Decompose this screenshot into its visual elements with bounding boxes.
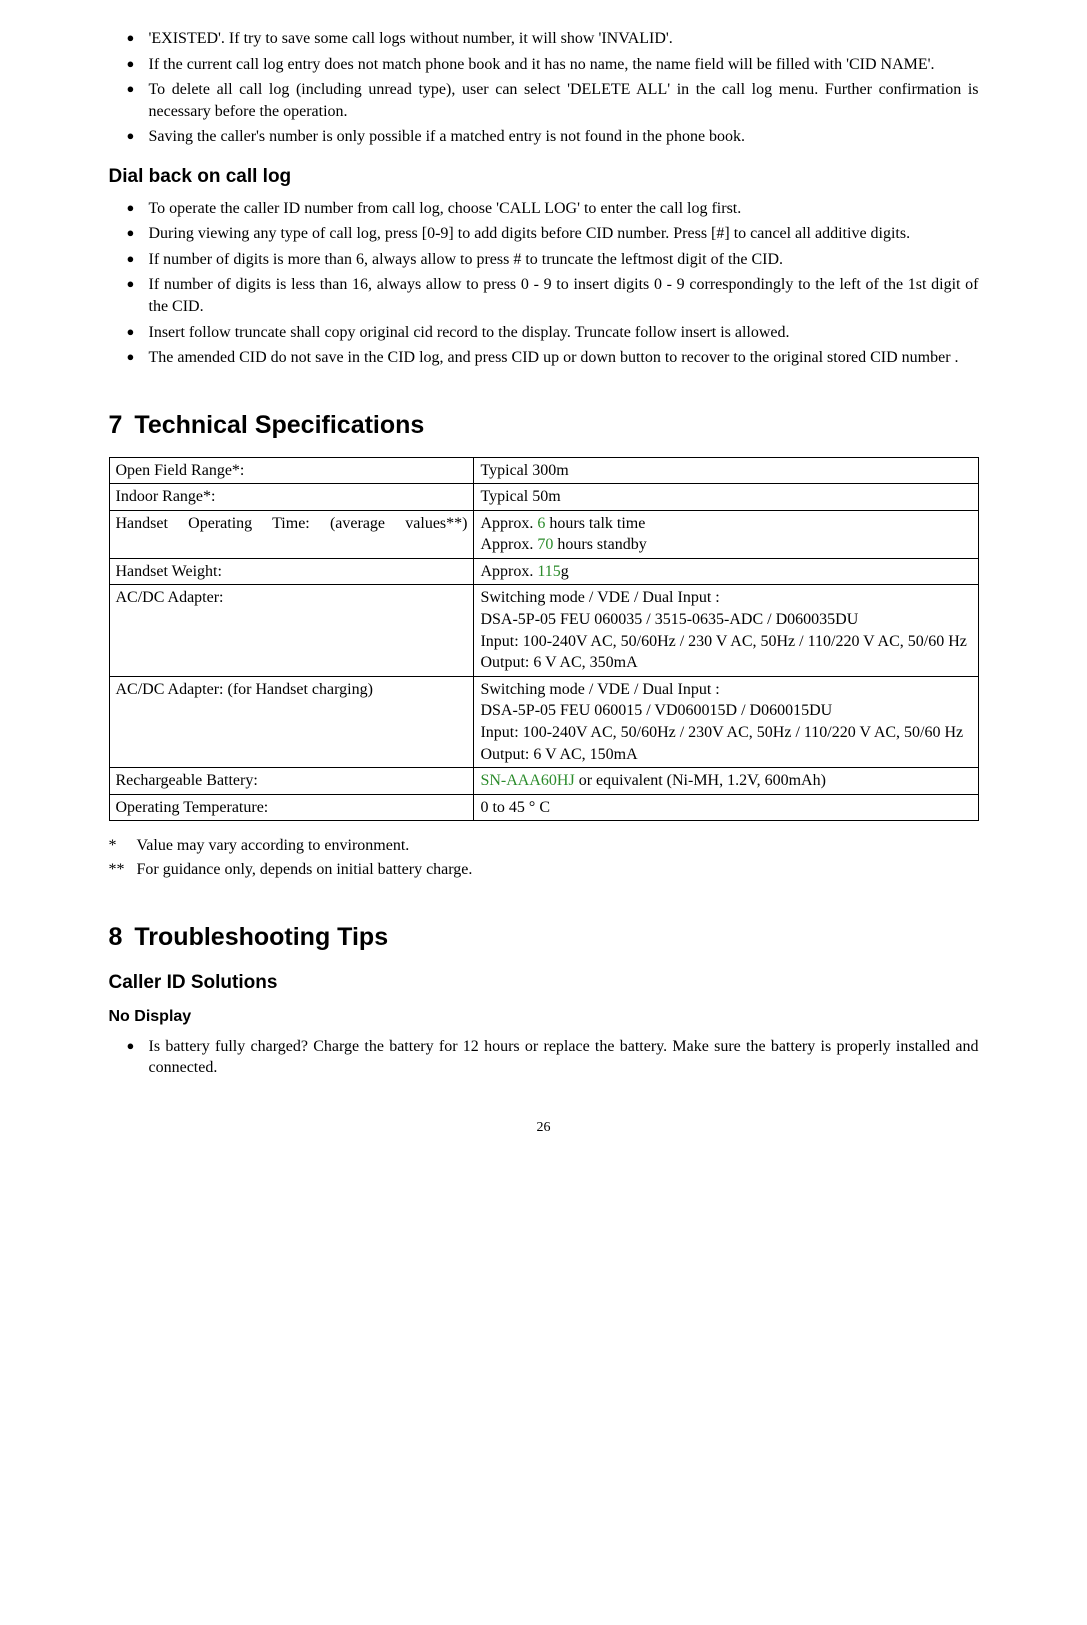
page-number: 26 [109, 1119, 979, 1138]
table-row: Operating Temperature:0 to 45 ° C [109, 794, 978, 821]
list-item: If number of digits is more than 6, alwa… [127, 249, 979, 271]
list-item: The amended CID do not save in the CID l… [127, 347, 979, 369]
no-display-heading: No Display [109, 1006, 979, 1028]
top-bullet-list: 'EXISTED'. If try to save some call logs… [109, 28, 979, 148]
caller-id-solutions-heading: Caller ID Solutions [109, 970, 979, 996]
footnote-text: For guidance only, depends on initial ba… [137, 861, 473, 878]
list-item: To delete all call log (including unread… [127, 79, 979, 122]
list-item: To operate the caller ID number from cal… [127, 198, 979, 220]
section-title: Troubleshooting Tips [134, 923, 388, 951]
highlighted-value: 70 [537, 536, 553, 553]
section-8-heading: 8 Troubleshooting Tips [109, 921, 979, 955]
specifications-table: Open Field Range*:Typical 300mIndoor Ran… [109, 457, 979, 822]
highlighted-value: SN-AAA60HJ [480, 772, 574, 789]
section-number: 8 [109, 921, 123, 955]
table-row: AC/DC Adapter: (for Handset charging)Swi… [109, 676, 978, 767]
spec-label: Operating Temperature: [109, 794, 474, 821]
list-item: If number of digits is less than 16, alw… [127, 274, 979, 317]
spec-label: Handset Weight: [109, 558, 474, 585]
spec-value: Approx. 6 hours talk timeApprox. 70 hour… [474, 510, 978, 558]
no-display-bullet-list: Is battery fully charged? Charge the bat… [109, 1036, 979, 1079]
footnote-text: Value may vary according to environment. [137, 837, 410, 854]
dial-back-bullet-list: To operate the caller ID number from cal… [109, 198, 979, 369]
section-title: Technical Specifications [134, 411, 424, 439]
section-number: 7 [109, 409, 123, 443]
spec-label: Handset Operating Time: (average values*… [109, 510, 474, 558]
spec-value: Approx. 115g [474, 558, 978, 585]
spec-value: SN-AAA60HJ or equivalent (Ni-MH, 1.2V, 6… [474, 768, 978, 795]
spec-value: 0 to 45 ° C [474, 794, 978, 821]
list-item: Saving the caller's number is only possi… [127, 126, 979, 148]
list-item: 'EXISTED'. If try to save some call logs… [127, 28, 979, 50]
footnote-mark: ** [109, 859, 137, 881]
table-row: Indoor Range*:Typical 50m [109, 484, 978, 511]
footnotes: *Value may vary according to environment… [109, 835, 979, 880]
spec-value: Switching mode / VDE / Dual Input : DSA-… [474, 676, 978, 767]
list-item: Insert follow truncate shall copy origin… [127, 322, 979, 344]
list-item: Is battery fully charged? Charge the bat… [127, 1036, 979, 1079]
footnote-mark: * [109, 835, 137, 857]
section-7-heading: 7 Technical Specifications [109, 409, 979, 443]
table-row: Handset Operating Time: (average values*… [109, 510, 978, 558]
table-row: Handset Weight:Approx. 115g [109, 558, 978, 585]
spec-label: Rechargeable Battery: [109, 768, 474, 795]
highlighted-value: 115 [537, 563, 560, 580]
spec-label: AC/DC Adapter: (for Handset charging) [109, 676, 474, 767]
spec-label: Open Field Range*: [109, 457, 474, 484]
footnote: *Value may vary according to environment… [109, 835, 979, 857]
list-item: During viewing any type of call log, pre… [127, 223, 979, 245]
spec-value: Switching mode / VDE / Dual Input : DSA-… [474, 585, 978, 676]
table-row: AC/DC Adapter:Switching mode / VDE / Dua… [109, 585, 978, 676]
spec-value: Typical 50m [474, 484, 978, 511]
table-row: Open Field Range*:Typical 300m [109, 457, 978, 484]
spec-label: Indoor Range*: [109, 484, 474, 511]
dial-back-heading: Dial back on call log [109, 164, 979, 190]
table-row: Rechargeable Battery:SN-AAA60HJ or equiv… [109, 768, 978, 795]
list-item: If the current call log entry does not m… [127, 54, 979, 76]
footnote: **For guidance only, depends on initial … [109, 859, 979, 881]
spec-label: AC/DC Adapter: [109, 585, 474, 676]
spec-value: Typical 300m [474, 457, 978, 484]
